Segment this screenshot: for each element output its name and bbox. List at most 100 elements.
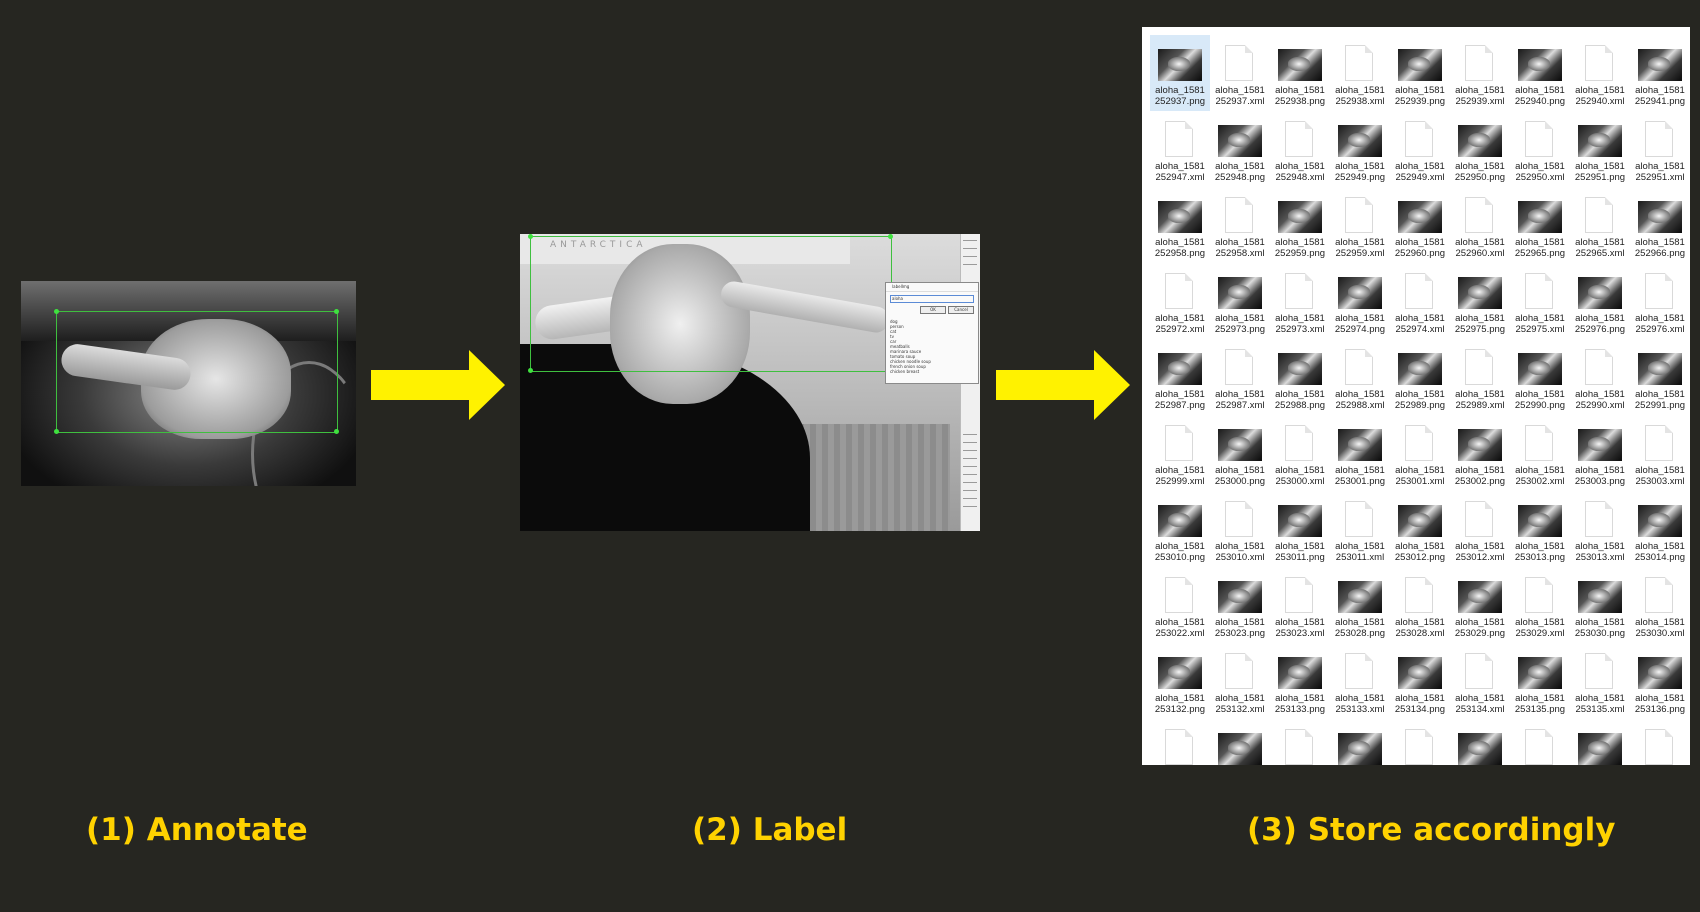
ok-button[interactable]: OK [920,306,946,314]
file-item[interactable]: aloha_1581 252974.xml [1390,263,1450,339]
label-list-item[interactable]: chicken breast [890,369,970,374]
label-input[interactable]: aloha [890,295,974,303]
file-item[interactable]: aloha_1581 253012.png [1390,491,1450,567]
file-item[interactable]: aloha_1581 252959.xml [1330,187,1390,263]
file-item[interactable]: aloha_1581 253001.xml [1390,415,1450,491]
file-item[interactable]: aloha_1581 252975.png [1450,263,1510,339]
file-item[interactable] [1570,719,1630,765]
file-item[interactable]: aloha_1581 252951.png [1570,111,1630,187]
file-item[interactable]: aloha_1581 252949.xml [1390,111,1450,187]
file-item[interactable]: aloha_1581 253000.png [1210,415,1270,491]
file-item[interactable]: aloha_1581 253003.xml [1630,415,1690,491]
file-item[interactable]: aloha_1581 253011.xml [1330,491,1390,567]
file-item[interactable]: aloha_1581 252990.png [1510,339,1570,415]
file-item[interactable]: aloha_1581 253029.png [1450,567,1510,643]
file-item[interactable]: aloha_1581 252976.png [1570,263,1630,339]
file-item[interactable]: aloha_1581 252975.xml [1510,263,1570,339]
bbox-handle[interactable] [334,429,339,434]
file-item[interactable]: aloha_1581 253000.xml [1270,415,1330,491]
file-item[interactable]: aloha_1581 253011.png [1270,491,1330,567]
file-item[interactable]: aloha_1581 252973.xml [1270,263,1330,339]
file-item[interactable]: aloha_1581 253013.png [1510,491,1570,567]
file-item[interactable]: aloha_1581 252960.png [1390,187,1450,263]
file-item[interactable]: aloha_1581 252948.png [1210,111,1270,187]
bbox-handle[interactable] [888,234,893,239]
file-item[interactable]: aloha_1581 253030.xml [1630,567,1690,643]
file-item[interactable]: aloha_1581 253010.png [1150,491,1210,567]
file-item[interactable]: aloha_1581 253023.png [1210,567,1270,643]
file-item[interactable]: aloha_1581 252988.xml [1330,339,1390,415]
file-item[interactable]: aloha_1581 252938.png [1270,35,1330,111]
bbox-handle[interactable] [528,368,533,373]
file-item[interactable]: aloha_1581 252940.xml [1570,35,1630,111]
file-item[interactable]: aloha_1581 253023.xml [1270,567,1330,643]
file-item[interactable]: aloha_1581 252941.png [1630,35,1690,111]
file-item[interactable]: aloha_1581 252989.png [1390,339,1450,415]
file-item[interactable]: aloha_1581 252972.xml [1150,263,1210,339]
file-item[interactable]: aloha_1581 252939.xml [1450,35,1510,111]
file-item[interactable]: aloha_1581 253003.png [1570,415,1630,491]
file-item[interactable]: aloha_1581 252950.xml [1510,111,1570,187]
file-item[interactable]: aloha_1581 252965.png [1510,187,1570,263]
file-item[interactable]: aloha_1581 253134.xml [1450,643,1510,719]
file-item[interactable]: aloha_1581 252939.png [1390,35,1450,111]
file-item[interactable]: aloha_1581 253029.xml [1510,567,1570,643]
file-item[interactable]: aloha_1581 252938.xml [1330,35,1390,111]
file-item[interactable]: aloha_1581 253013.xml [1570,491,1630,567]
file-item[interactable] [1150,719,1210,765]
cancel-button[interactable]: Cancel [948,306,974,314]
bounding-box[interactable] [530,236,892,372]
bbox-handle[interactable] [334,309,339,314]
file-item[interactable] [1210,719,1270,765]
file-item[interactable]: aloha_1581 252958.xml [1210,187,1270,263]
bbox-handle[interactable] [54,309,59,314]
file-item[interactable]: aloha_1581 253002.xml [1510,415,1570,491]
file-item[interactable]: aloha_1581 252960.xml [1450,187,1510,263]
file-item[interactable] [1330,719,1390,765]
file-item[interactable]: aloha_1581 253133.xml [1330,643,1390,719]
file-item[interactable]: aloha_1581 252974.png [1330,263,1390,339]
file-item[interactable] [1270,719,1330,765]
file-item[interactable]: aloha_1581 253001.png [1330,415,1390,491]
file-item[interactable] [1630,719,1690,765]
file-item[interactable]: aloha_1581 253002.png [1450,415,1510,491]
file-item[interactable]: aloha_1581 252999.xml [1150,415,1210,491]
file-item[interactable]: aloha_1581 253132.xml [1210,643,1270,719]
file-item[interactable]: aloha_1581 252951.xml [1630,111,1690,187]
file-item[interactable]: aloha_1581 252940.png [1510,35,1570,111]
bounding-box[interactable] [56,311,338,433]
file-item[interactable]: aloha_1581 252950.png [1450,111,1510,187]
file-item[interactable]: aloha_1581 252937.xml [1210,35,1270,111]
file-item[interactable]: aloha_1581 253135.xml [1570,643,1630,719]
file-item[interactable]: aloha_1581 252948.xml [1270,111,1330,187]
file-item[interactable]: aloha_1581 253014.png [1630,491,1690,567]
bbox-handle[interactable] [528,234,533,239]
file-item[interactable]: aloha_1581 252990.xml [1570,339,1630,415]
file-item[interactable]: aloha_1581 253133.png [1270,643,1330,719]
file-item[interactable]: aloha_1581 253028.xml [1390,567,1450,643]
file-item[interactable]: aloha_1581 252947.xml [1150,111,1210,187]
file-item[interactable]: aloha_1581 253135.png [1510,643,1570,719]
file-item[interactable] [1390,719,1450,765]
file-item[interactable]: aloha_1581 252966.png [1630,187,1690,263]
file-item[interactable]: aloha_1581 253136.png [1630,643,1690,719]
file-item[interactable]: aloha_1581 253030.png [1570,567,1630,643]
bbox-handle[interactable] [54,429,59,434]
file-item[interactable]: aloha_1581 252987.png [1150,339,1210,415]
file-item[interactable]: aloha_1581 253132.png [1150,643,1210,719]
file-item[interactable] [1510,719,1570,765]
file-item[interactable]: aloha_1581 253010.xml [1210,491,1270,567]
file-item[interactable]: aloha_1581 252958.png [1150,187,1210,263]
file-item[interactable]: aloha_1581 252959.png [1270,187,1330,263]
file-item[interactable]: aloha_1581 252976.xml [1630,263,1690,339]
file-item[interactable]: aloha_1581 253012.xml [1450,491,1510,567]
file-item[interactable]: aloha_1581 252989.xml [1450,339,1510,415]
file-item[interactable]: aloha_1581 253134.png [1390,643,1450,719]
file-item[interactable]: aloha_1581 252991.png [1630,339,1690,415]
file-item[interactable]: aloha_1581 252949.png [1330,111,1390,187]
file-item[interactable]: aloha_1581 252973.png [1210,263,1270,339]
file-item[interactable]: aloha_1581 253022.xml [1150,567,1210,643]
file-item[interactable]: aloha_1581 252965.xml [1570,187,1630,263]
file-item[interactable]: aloha_1581 252988.png [1270,339,1330,415]
file-item[interactable]: aloha_1581 253028.png [1330,567,1390,643]
